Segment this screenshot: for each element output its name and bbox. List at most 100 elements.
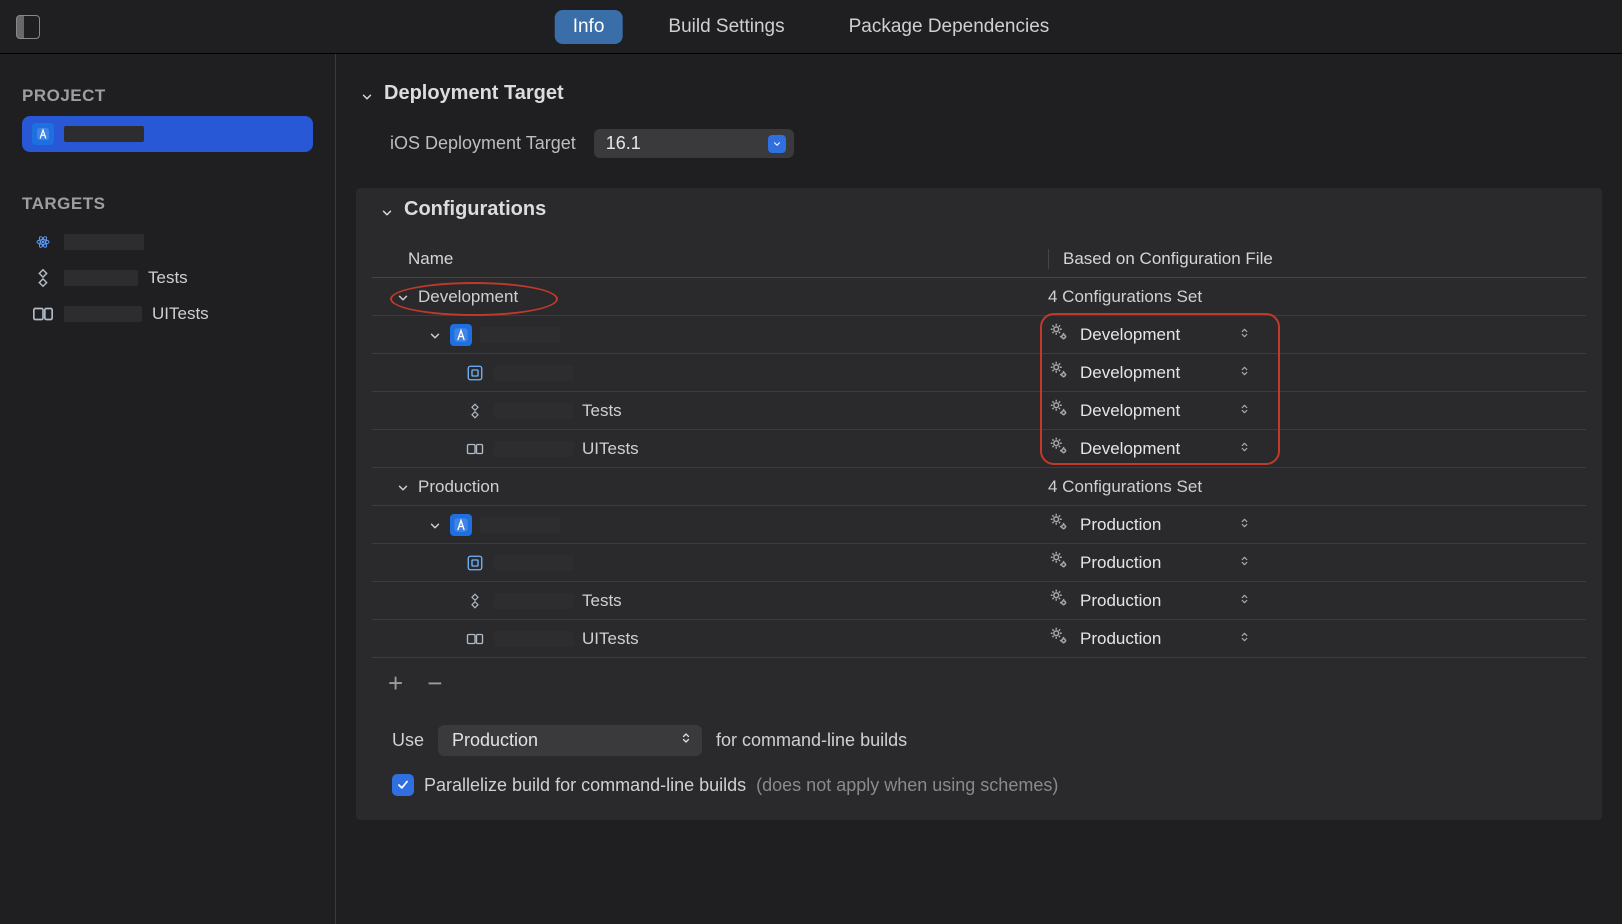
config-file-value: Development (1080, 363, 1180, 383)
tab-info[interactable]: Info (555, 10, 623, 44)
column-name: Name (408, 249, 1048, 269)
config-file-select[interactable]: Production (1080, 591, 1260, 611)
config-target-row[interactable]: Production (372, 544, 1586, 582)
config-file-select[interactable]: Development (1080, 401, 1260, 421)
config-file-select[interactable]: Development (1080, 439, 1260, 459)
target-item-uitests[interactable]: UITests (22, 296, 313, 332)
config-target-row[interactable]: UITests Production (372, 620, 1586, 658)
config-file-value: Development (1080, 401, 1180, 421)
config-file-value: Production (1080, 515, 1161, 535)
config-target-row[interactable]: Production (372, 506, 1586, 544)
config-target-row[interactable]: Tests Production (372, 582, 1586, 620)
config-group-row[interactable]: Development 4 Configurations Set (372, 278, 1586, 316)
configurations-header[interactable]: Configurations (356, 188, 1602, 231)
updown-icon (1239, 363, 1260, 383)
app-icon (450, 324, 472, 346)
updown-icon (1239, 553, 1260, 573)
config-group-row[interactable]: Production 4 Configurations Set (372, 468, 1586, 506)
updown-icon (680, 730, 692, 751)
use-label: Use (392, 730, 424, 751)
config-file-value: Production (1080, 553, 1161, 573)
config-group-summary: 4 Configurations Set (1048, 477, 1202, 497)
config-target-row[interactable]: Development (372, 354, 1586, 392)
config-file-value: Development (1080, 325, 1180, 345)
targets-section-label: TARGETS (22, 194, 313, 214)
gears-icon (1048, 625, 1070, 652)
config-file-value: Production (1080, 591, 1161, 611)
ios-deployment-target-label: iOS Deployment Target (390, 133, 576, 154)
chevron-down-icon (428, 328, 442, 342)
config-group-name: Production (418, 477, 499, 497)
target-name-redacted (494, 555, 574, 571)
ui-icon (464, 438, 486, 460)
config-file-select[interactable]: Production (1080, 629, 1260, 649)
updown-icon (1239, 325, 1260, 345)
gears-icon (1048, 511, 1070, 538)
gears-icon (1048, 587, 1070, 614)
target-suffix: Tests (582, 401, 622, 421)
config-file-select[interactable]: Development (1080, 325, 1260, 345)
deployment-target-header[interactable]: Deployment Target (336, 72, 1622, 115)
target-name-redacted (480, 517, 560, 533)
app-icon (450, 514, 472, 536)
ios-deployment-target-combo[interactable]: 16.1 (594, 129, 794, 158)
project-item[interactable] (22, 116, 313, 152)
sidebar-toggle-icon[interactable] (16, 15, 40, 39)
target-item-tests[interactable]: Tests (22, 260, 313, 296)
tab-build-settings[interactable]: Build Settings (650, 10, 802, 44)
chevron-down-icon (396, 480, 410, 494)
target-name-redacted (494, 403, 574, 419)
chevron-down-icon (396, 290, 410, 304)
remove-configuration-button[interactable]: − (427, 668, 442, 699)
gears-icon (1048, 397, 1070, 424)
parallelize-checkbox[interactable] (392, 774, 414, 796)
config-file-value: Development (1080, 439, 1180, 459)
project-navigator-sidebar: PROJECT TARGETS Tests UITests (0, 54, 336, 924)
combo-value: 16.1 (606, 133, 641, 154)
chevron-down-icon (428, 518, 442, 532)
select-value: Production (452, 730, 538, 751)
config-file-value: Production (1080, 629, 1161, 649)
diamond-icon (464, 590, 486, 612)
chevron-down-icon (380, 203, 394, 217)
editor-content: Deployment Target iOS Deployment Target … (336, 54, 1622, 924)
target-suffix: Tests (148, 268, 188, 288)
target-name-redacted (64, 270, 138, 286)
ui-icon (32, 303, 54, 325)
updown-icon (1239, 439, 1260, 459)
chevron-down-icon (360, 87, 374, 101)
add-configuration-button[interactable]: + (388, 668, 403, 699)
target-suffix: UITests (582, 439, 639, 459)
configurations-table: Name Based on Configuration File Develop… (372, 241, 1586, 658)
ui-icon (464, 628, 486, 650)
updown-icon (1239, 515, 1260, 535)
target-item-app[interactable] (22, 224, 313, 260)
framework-icon (464, 552, 486, 574)
framework-icon (464, 362, 486, 384)
target-name-redacted (480, 327, 560, 343)
target-name-redacted (64, 234, 144, 250)
updown-icon (1239, 591, 1260, 611)
chevron-down-icon (768, 135, 786, 153)
target-name-redacted (64, 306, 142, 322)
config-target-row[interactable]: Tests Development (372, 392, 1586, 430)
project-section-label: PROJECT (22, 86, 313, 106)
config-target-row[interactable]: Development (372, 316, 1586, 354)
section-title: Configurations (404, 198, 546, 221)
gears-icon (1048, 435, 1070, 462)
config-target-row[interactable]: UITests Development (372, 430, 1586, 468)
config-file-select[interactable]: Production (1080, 553, 1260, 573)
use-suffix-label: for command-line builds (716, 730, 907, 751)
updown-icon (1239, 401, 1260, 421)
section-title: Deployment Target (384, 82, 564, 105)
command-line-config-select[interactable]: Production (438, 725, 702, 756)
target-name-redacted (494, 593, 574, 609)
target-suffix: UITests (582, 629, 639, 649)
target-name-redacted (494, 441, 574, 457)
target-name-redacted (494, 631, 574, 647)
parallelize-label: Parallelize build for command-line build… (424, 775, 746, 796)
config-file-select[interactable]: Production (1080, 515, 1260, 535)
target-name-redacted (494, 365, 574, 381)
tab-package-dependencies[interactable]: Package Dependencies (831, 10, 1068, 44)
config-file-select[interactable]: Development (1080, 363, 1260, 383)
